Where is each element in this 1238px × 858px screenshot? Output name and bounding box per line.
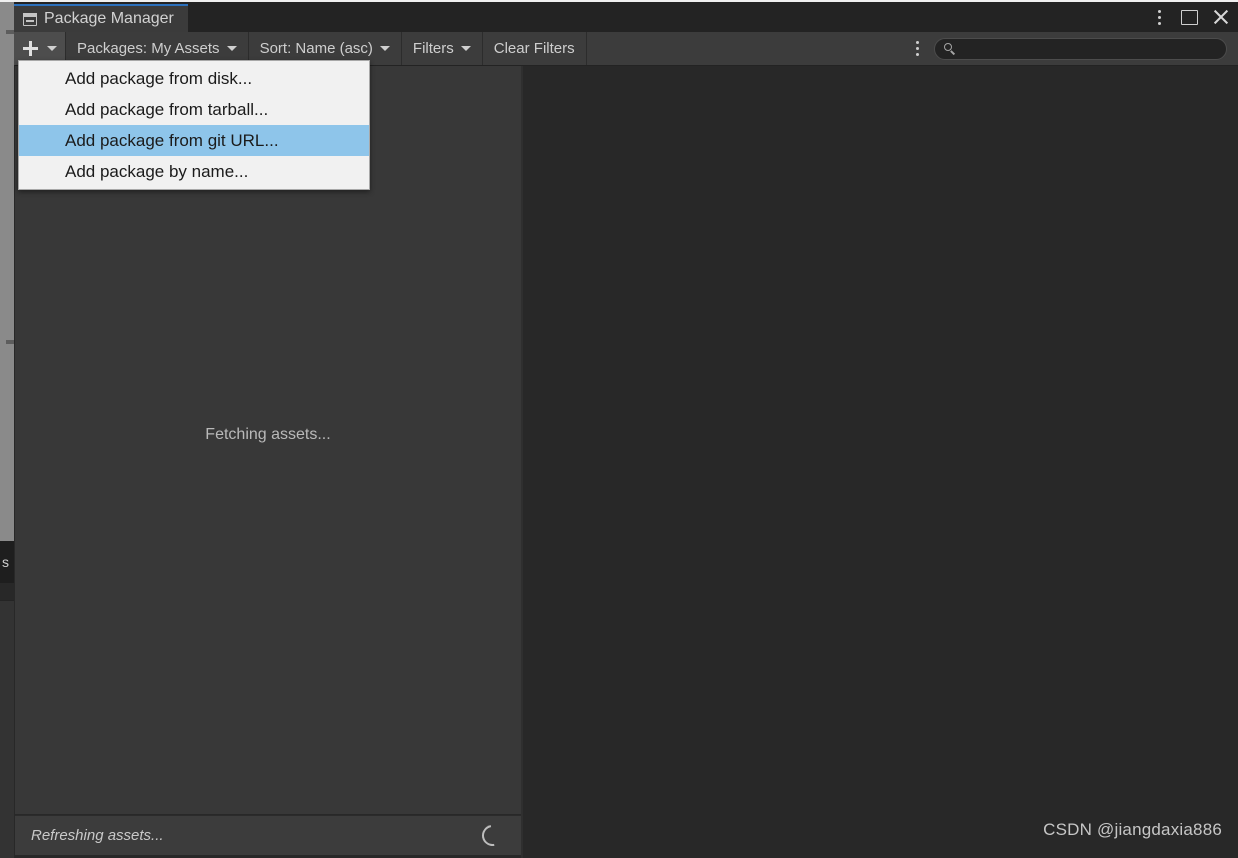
chevron-down-icon <box>47 46 57 51</box>
toolbar-spacer <box>586 32 934 65</box>
menu-item-add-from-tarball[interactable]: Add package from tarball... <box>19 94 369 125</box>
search-container <box>934 32 1238 65</box>
watermark: CSDN @jiangdaxia886 <box>1043 820 1222 839</box>
sort-label: Sort: Name (asc) <box>259 40 373 57</box>
clear-filters-button[interactable]: Clear Filters <box>482 32 587 65</box>
background-fragment-text: s <box>2 554 9 570</box>
package-icon <box>23 12 37 26</box>
chevron-down-icon <box>460 46 471 51</box>
fetching-assets-message: Fetching assets... <box>205 426 331 443</box>
maximize-icon[interactable] <box>1181 9 1198 25</box>
search-icon <box>944 43 955 55</box>
clear-filters-label: Clear Filters <box>493 40 575 57</box>
search-input[interactable] <box>961 41 1217 56</box>
chevron-down-icon <box>226 46 237 51</box>
background-gray-sliver-left <box>0 0 14 545</box>
search-field[interactable] <box>934 37 1227 60</box>
status-text: Refreshing assets... <box>31 827 164 844</box>
chevron-down-icon <box>379 46 390 51</box>
plus-icon <box>23 41 38 56</box>
window-titlebar: Package Manager <box>14 2 1238 32</box>
filters-dropdown[interactable]: Filters <box>401 32 483 65</box>
close-icon[interactable] <box>1212 8 1230 26</box>
kebab-menu-icon[interactable] <box>1151 8 1167 26</box>
window-controls <box>1151 2 1230 32</box>
menu-item-add-from-disk[interactable]: Add package from disk... <box>19 63 369 94</box>
menu-item-add-from-git-url[interactable]: Add package from git URL... <box>19 125 369 156</box>
package-details-panel <box>523 66 1214 858</box>
status-bar: Refreshing assets... <box>15 815 521 855</box>
menu-item-add-by-name[interactable]: Add package by name... <box>19 156 369 187</box>
loading-spinner-icon <box>477 820 508 851</box>
add-package-menu: Add package from disk... Add package fro… <box>18 60 370 190</box>
toolbar-overflow-menu-icon[interactable] <box>910 39 924 59</box>
floating-window: Package Manager Packages: My Assets Sort… <box>14 2 1238 858</box>
tab-label: Package Manager <box>44 10 174 27</box>
tab-package-manager[interactable]: Package Manager <box>14 4 188 32</box>
package-manager-window: s Package Manager Packages: My Assets So… <box>0 0 1238 858</box>
filters-label: Filters <box>412 40 454 57</box>
packages-filter-label: Packages: My Assets <box>77 40 220 57</box>
